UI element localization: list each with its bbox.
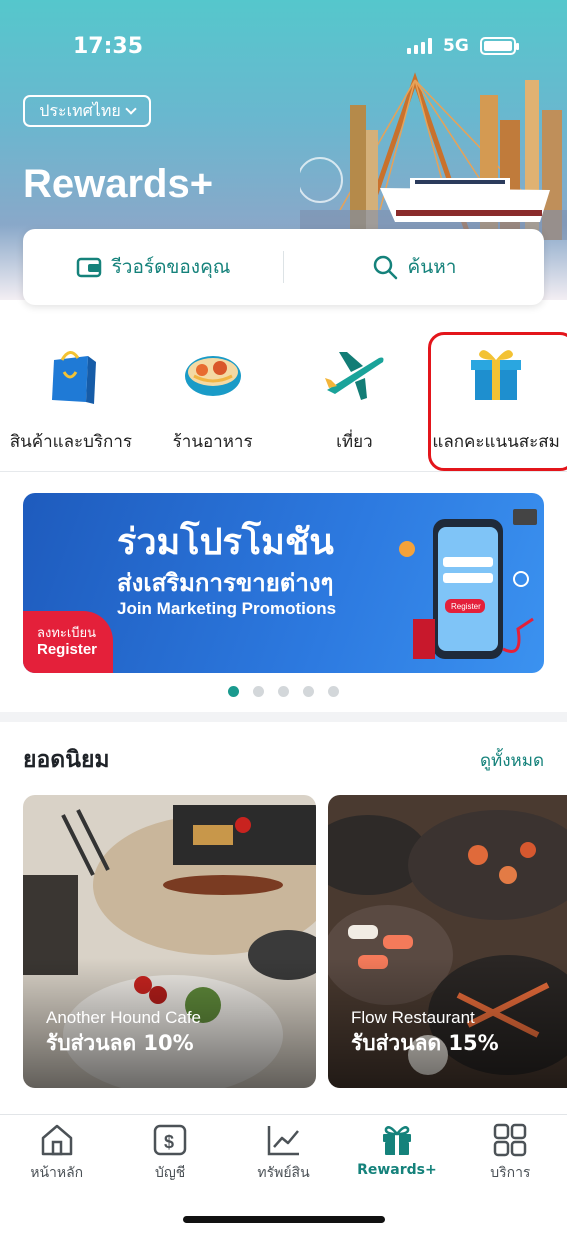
category-label: เที่ยว [336,432,373,452]
category-label: ร้านอาหาร [172,432,253,452]
nav-label: บัญชี [154,1165,186,1181]
nav-label: ทรัพย์สิน [257,1165,310,1181]
category-products-services[interactable]: สินค้าและบริการ [0,330,142,470]
register-label-en: Register [37,641,98,659]
nav-label: หน้าหลัก [30,1165,84,1181]
banner-english-text: Join Marketing Promotions [117,599,337,618]
page-title: Rewards+ [23,162,214,206]
nav-accounts[interactable]: $ บัญชี [113,1115,226,1195]
nav-label: Rewards+ [357,1162,437,1178]
card-title: Another Hound Cafe [46,1008,201,1027]
nav-label: บริการ [490,1165,531,1181]
nav-services[interactable]: บริการ [454,1115,567,1195]
pagination-dot[interactable] [253,686,264,697]
shopping-bag-icon [51,351,96,404]
banner-register-badge[interactable]: ลงทะเบียน Register [23,611,113,673]
home-icon [41,1124,72,1156]
phone-illustration: Register [399,509,537,659]
banner-headline: ร่วมโปรโมชัน [117,522,334,563]
search-label: ค้นหา [407,256,457,278]
gift-icon [382,1126,411,1155]
section-divider [0,471,567,472]
category-restaurants[interactable]: ร้านอาหาร [142,330,284,470]
banner-subheadline: ส่งเสริมการขายต่างๆ [117,569,334,597]
food-bowl-icon [184,356,241,396]
see-all-link[interactable]: ดูทั้งหมด [480,747,544,774]
home-indicator[interactable] [183,1216,385,1223]
pagination-dot[interactable] [328,686,339,697]
pagination-dot[interactable] [303,686,314,697]
category-redeem-points[interactable]: แลกคะแนนสะสม [425,330,567,471]
card-title: Flow Restaurant [351,1008,475,1027]
nav-rewards[interactable]: Rewards+ [340,1115,453,1195]
search-button[interactable]: ค้นหา [284,229,544,305]
register-label-th: ลงทะเบียน [37,625,97,640]
card-offer: รับส่วนลด 10% [46,1031,194,1055]
category-travel[interactable]: เที่ยว [284,330,426,470]
airplane-icon [325,352,384,400]
svg-text:$: $ [164,1132,174,1152]
signal-icon [407,38,432,54]
phone-register-button: Register [451,602,481,611]
nav-assets[interactable]: ทรัพย์สิน [227,1115,340,1195]
dollar-account-icon: $ [153,1124,187,1156]
promo-banner[interactable]: ร่วมโปรโมชัน ส่งเสริมการขายต่างๆ Join Ma… [23,493,544,673]
status-bar: 17:35 5G [0,0,567,92]
popular-section-title: ยอดนิยม [23,747,110,773]
network-type: 5G [443,36,469,56]
gift-box-icon [471,350,522,400]
battery-icon [480,37,519,55]
popular-card[interactable]: Flow Restaurant รับส่วนลด 15% [328,795,567,1088]
search-icon [373,255,397,280]
my-rewards-button[interactable]: รีวอร์ดของคุณ [23,229,283,305]
grid-icon [494,1123,527,1157]
category-label: แลกคะแนนสะสม [432,432,560,452]
pagination-dot[interactable] [278,686,289,697]
chart-icon [267,1126,299,1156]
pagination-dot[interactable] [228,686,239,697]
nav-home[interactable]: หน้าหลัก [0,1115,113,1195]
country-label: ประเทศไทย [39,100,121,120]
section-separator [0,712,567,722]
chevron-down-icon [125,103,137,115]
country-selector[interactable]: ประเทศไทย [23,95,151,127]
category-row: สินค้าและบริการ ร้านอาหาร เที่ยว แลกคะแน… [0,330,567,471]
action-card: รีวอร์ดของคุณ ค้นหา [23,229,544,305]
status-time: 17:35 [73,34,144,59]
category-label: สินค้าและบริการ [9,432,133,452]
wallet-icon [76,257,101,278]
my-rewards-label: รีวอร์ดของคุณ [111,256,231,278]
banner-pagination [0,686,567,697]
card-offer: รับส่วนลด 15% [351,1031,499,1055]
popular-card[interactable]: Another Hound Cafe รับส่วนลด 10% [23,795,316,1088]
